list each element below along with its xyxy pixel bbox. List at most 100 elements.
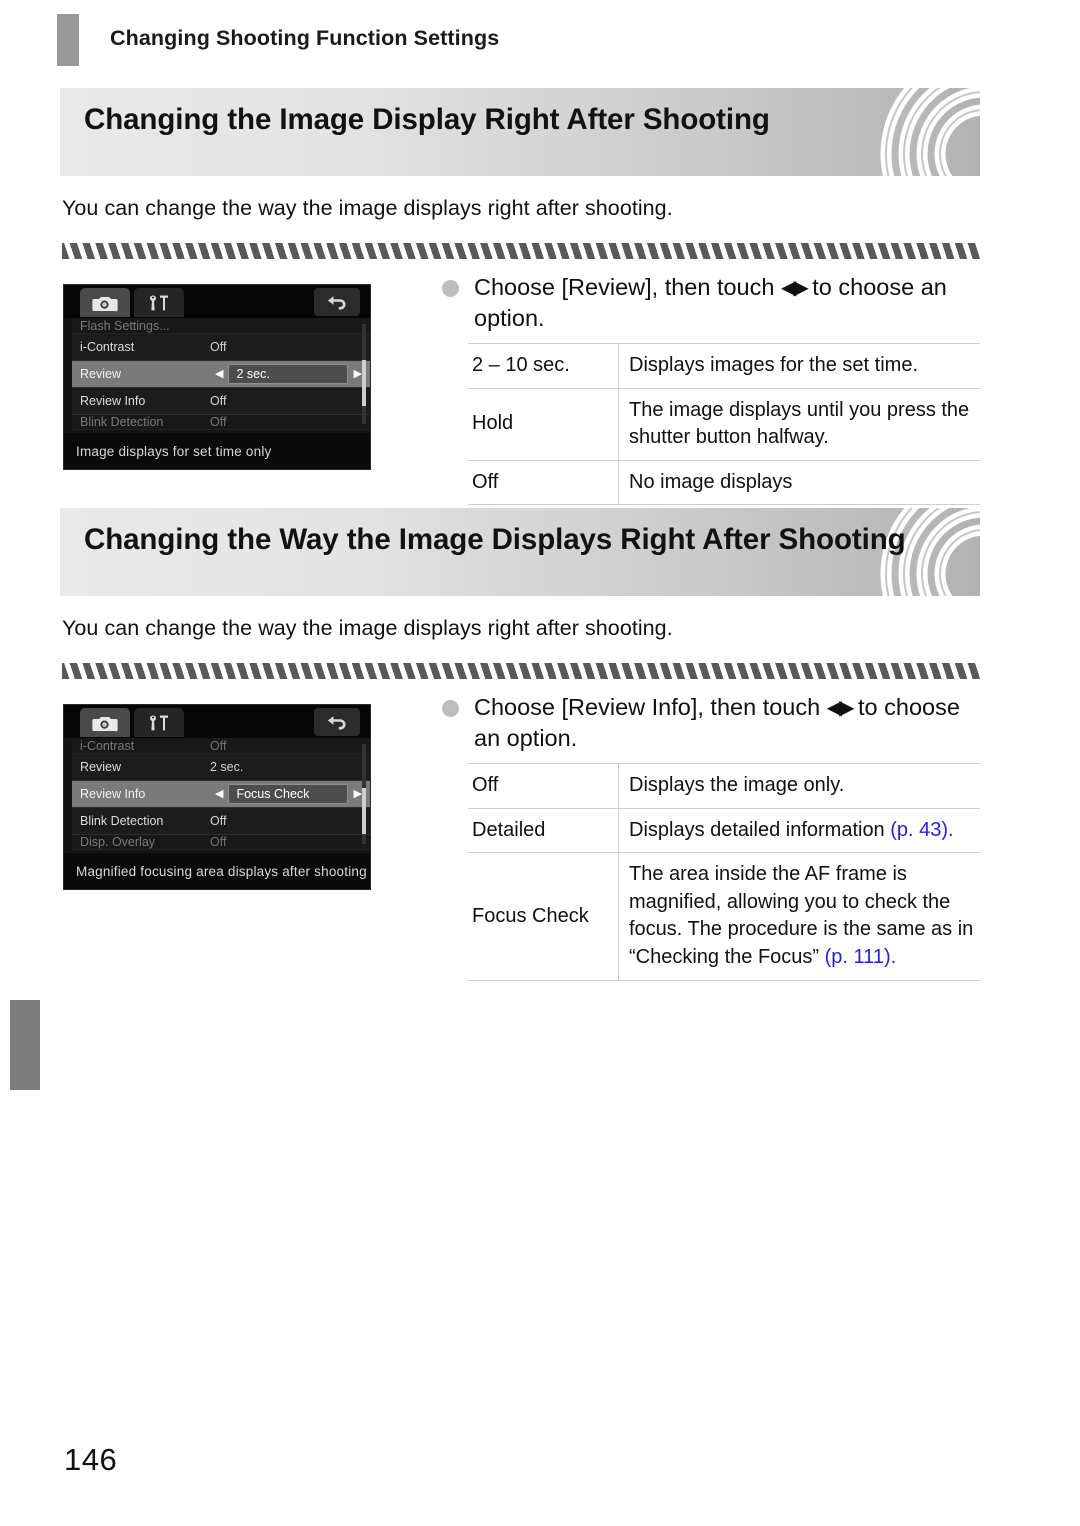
lcd-row-label: Blink Detection <box>80 814 164 828</box>
lcd-scrollbar-thumb[interactable] <box>362 360 366 406</box>
wrench-tools-icon-glyph <box>150 715 168 730</box>
table-cell-value: No image displays <box>618 459 980 506</box>
lcd-row-value: Off <box>210 835 227 849</box>
table-cell-value: The image displays until you press the s… <box>618 387 980 461</box>
instruction-block-1: Choose [Review], then touch ◀▶ to choose… <box>440 272 980 506</box>
table-row: Detailed Displays detailed information (… <box>468 807 980 854</box>
page-reference-link[interactable]: (p. 111). <box>825 946 897 968</box>
return-arrow-icon[interactable] <box>314 288 360 316</box>
section-title-band-1: Changing the Image Display Right After S… <box>60 88 980 176</box>
wrench-tools-icon[interactable] <box>134 708 184 737</box>
instruction-block-2: Choose [Review Info], then touch ◀▶ to c… <box>440 692 980 981</box>
lcd-tab-bar-1 <box>64 285 370 318</box>
table-cell-key: Off <box>468 459 619 506</box>
table-cell-value: Displays the image only. <box>618 762 980 809</box>
lcd-tab-bar-2 <box>64 705 370 738</box>
lcd-menu-row[interactable]: Flash Settings... <box>72 318 370 334</box>
instruction-heading-1: Choose [Review], then touch ◀▶ to choose… <box>440 272 980 335</box>
running-header-title: Changing Shooting Function Settings <box>110 26 500 50</box>
running-header-accent-bar <box>57 14 79 66</box>
lcd-menu-row[interactable]: Blink Detection Off <box>72 415 370 430</box>
section-intro-text-1: You can change the way the image display… <box>62 196 673 220</box>
left-right-arrows-icon: ◀▶ <box>826 697 855 719</box>
lcd-row-value: Off <box>210 340 227 354</box>
lcd-row-value: Off <box>210 814 227 828</box>
table-cell-key: Detailed <box>468 807 619 854</box>
lcd-row-value: 2 sec. <box>210 760 244 774</box>
table-row: Off Displays the image only. <box>468 762 980 809</box>
options-table-2: Off Displays the image only. Detailed Di… <box>468 762 980 981</box>
table-row: Focus Check The area inside the AF frame… <box>468 852 980 981</box>
left-right-arrows-icon: ◀▶ <box>780 277 809 299</box>
table-cell-value: The area inside the AF frame is magnifie… <box>618 852 980 981</box>
lcd-help-caption: Image displays for set time only <box>64 433 370 469</box>
lcd-menu-row[interactable]: Review 2 sec. <box>72 754 370 781</box>
lcd-menu-row[interactable]: i-Contrast Off <box>72 738 370 754</box>
options-table-1: 2 – 10 sec. Displays images for the set … <box>468 342 980 506</box>
instruction-heading-2: Choose [Review Info], then touch ◀▶ to c… <box>440 692 980 755</box>
lcd-row-label: Disp. Overlay <box>80 835 156 849</box>
lcd-row-label: i-Contrast <box>80 340 135 354</box>
lcd-help-caption: Magnified focusing area displays after s… <box>64 853 370 889</box>
table-cell-key: Focus Check <box>468 852 619 981</box>
lcd-menu-row[interactable]: Blink Detection Off <box>72 808 370 835</box>
instruction-prefix: Choose [Review], then touch <box>474 274 775 300</box>
camera-screen-review: Flash Settings... i-Contrast Off Review … <box>63 284 371 470</box>
lcd-row-label: Review <box>80 760 121 774</box>
lcd-menu-row[interactable]: i-Contrast Off <box>72 334 370 361</box>
table-row: Off No image displays <box>468 459 980 506</box>
hatched-divider-1 <box>62 243 980 259</box>
left-arrow-icon[interactable]: ◀ <box>210 788 228 800</box>
instruction-prefix: Choose [Review Info], then touch <box>474 694 821 720</box>
table-cell-key: Off <box>468 762 619 809</box>
return-arrow-icon-glyph <box>327 295 346 310</box>
wrench-tools-icon-glyph <box>150 295 168 310</box>
lcd-row-value: 2 sec. <box>228 364 349 384</box>
left-arrow-icon[interactable]: ◀ <box>210 368 228 380</box>
camera-icon-glyph <box>92 296 118 311</box>
page-reference-link[interactable]: (p. 43). <box>890 819 953 841</box>
section-title-text-2: Changing the Way the Image Displays Righ… <box>84 523 906 556</box>
table-cell-value: Displays images for the set time. <box>618 342 980 389</box>
lcd-menu-row-selected[interactable]: Review ◀ 2 sec. ▶ <box>72 361 370 388</box>
table-cell-key: Hold <box>468 387 619 461</box>
hatched-divider-2 <box>62 663 980 679</box>
camera-screen-review-info: i-Contrast Off Review 2 sec. Review Info… <box>63 704 371 890</box>
lcd-menu-row-selected[interactable]: Review Info ◀ Focus Check ▶ <box>72 781 370 808</box>
table-cell-value: Displays detailed information (p. 43). <box>618 807 980 854</box>
table-cell-text: The area inside the AF frame is magnifie… <box>629 863 974 968</box>
camera-icon[interactable] <box>80 288 130 317</box>
lcd-row-value: Focus Check <box>228 784 349 804</box>
lcd-row-label: Review Info <box>80 787 146 801</box>
lcd-menu-row[interactable]: Review Info Off <box>72 388 370 415</box>
lcd-menu-list-2[interactable]: i-Contrast Off Review 2 sec. Review Info… <box>64 738 370 853</box>
section-intro-text-2: You can change the way the image display… <box>62 616 673 640</box>
table-row: 2 – 10 sec. Displays images for the set … <box>468 342 980 389</box>
page-number: 146 <box>64 1442 118 1477</box>
table-row: Hold The image displays until you press … <box>468 387 980 461</box>
lcd-row-label: Blink Detection <box>80 415 164 429</box>
return-arrow-icon-glyph <box>327 715 346 730</box>
lcd-row-value: Off <box>210 738 227 753</box>
lcd-scrollbar-thumb[interactable] <box>362 788 366 834</box>
lcd-row-label: i-Contrast <box>80 738 135 753</box>
chapter-thumb-tab <box>10 1000 40 1090</box>
bullet-icon <box>442 280 459 297</box>
camera-icon-glyph <box>92 716 118 731</box>
lcd-row-label: Flash Settings... <box>80 318 170 333</box>
section-title-band-2: Changing the Way the Image Displays Righ… <box>60 508 980 596</box>
camera-icon[interactable] <box>80 708 130 737</box>
lcd-menu-row[interactable]: Disp. Overlay Off <box>72 835 370 850</box>
section-title-text-1: Changing the Image Display Right After S… <box>84 103 770 136</box>
return-arrow-icon[interactable] <box>314 708 360 736</box>
lcd-menu-list-1[interactable]: Flash Settings... i-Contrast Off Review … <box>64 318 370 433</box>
lcd-row-value: Off <box>210 415 227 429</box>
bullet-icon <box>442 700 459 717</box>
wrench-tools-icon[interactable] <box>134 288 184 317</box>
lcd-row-label: Review <box>80 367 121 381</box>
lcd-row-label: Review Info <box>80 394 146 408</box>
table-cell-text: Displays detailed information <box>629 818 885 841</box>
lcd-row-value: Off <box>210 394 227 408</box>
running-header: Changing Shooting Function Settings <box>0 14 1080 66</box>
table-cell-key: 2 – 10 sec. <box>468 342 619 389</box>
